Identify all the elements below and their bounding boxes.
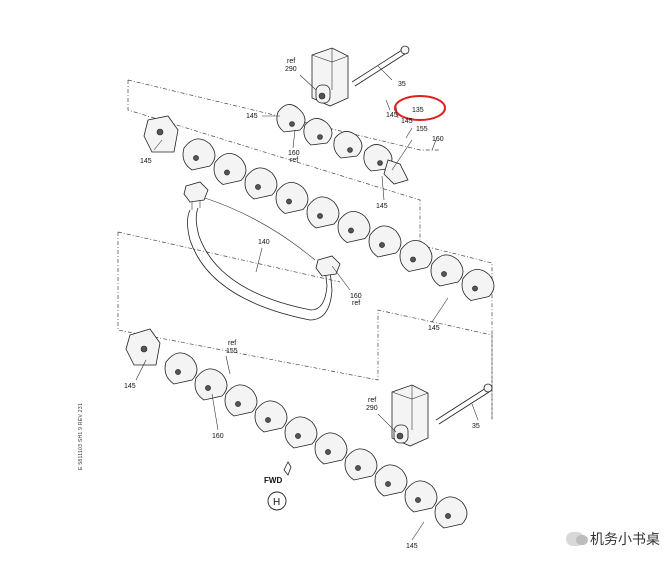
exploded-view-diagram: 35 ref 290 145 145 160 ref 145 135 145 1… [117, 45, 495, 550]
chain-link [182, 138, 216, 171]
chain-link [344, 448, 378, 481]
callout-35-b: 35 [472, 423, 480, 430]
chain-link [368, 225, 402, 258]
chain-link [275, 182, 309, 214]
chain-link [434, 496, 468, 529]
chain-link [194, 368, 228, 401]
zone-letter: H [273, 497, 280, 508]
lower-boundary-line-2 [117, 231, 341, 283]
callout-155: 155 [416, 126, 428, 133]
chain-upper-links [182, 138, 495, 301]
watermark-text: 机务小书桌 [590, 532, 660, 548]
callout-145-g: 145 [406, 543, 418, 550]
drawing-code: E 5811103 SH1 9 REV 231 [78, 402, 84, 470]
forward-indicator: FWD [264, 461, 292, 485]
callout-160-b: 160 [432, 136, 444, 143]
callout-ref-160-d: ref [352, 300, 360, 307]
chain-link [404, 480, 438, 513]
callout-290-top: 290 [285, 66, 297, 73]
callout-155-b: 155 [226, 348, 238, 355]
diagram-canvas: 35 ref 290 145 145 160 ref 145 135 145 1… [0, 0, 670, 567]
fwd-arrow-icon [283, 461, 292, 476]
callout-145-e: 145 [428, 325, 440, 332]
chain-lower-long [125, 328, 161, 366]
callout-145-f: 145 [124, 383, 136, 390]
chain-link [284, 416, 318, 449]
chain-link [254, 400, 288, 433]
callout-145-a: 145 [246, 113, 258, 120]
wechat-logo-icon [566, 532, 588, 546]
callout-ref-290-b: ref [368, 397, 376, 404]
callout-ref-160-a: ref [290, 157, 298, 164]
zone-marker: H [267, 491, 287, 511]
chain-link [337, 211, 371, 243]
chain-link [430, 254, 464, 287]
callout-145-c: 145 [376, 203, 388, 210]
callout-135: 135 [412, 107, 424, 114]
bolt-bottom [435, 383, 493, 425]
callout-145-h: 145 [386, 112, 398, 119]
chain-link [164, 352, 198, 385]
callout-290-b: 290 [366, 405, 378, 412]
chain-link [306, 196, 340, 229]
callout-140: 140 [258, 239, 270, 246]
chain-upper-long [143, 115, 179, 153]
chain-link [399, 240, 433, 272]
callout-160-e: 160 [212, 433, 224, 440]
clamp-block-top [311, 47, 349, 107]
chain-link [224, 384, 258, 417]
bolt-top [351, 45, 410, 87]
chain-link [213, 153, 247, 185]
chain-link [374, 464, 408, 497]
callout-ref-155: ref [228, 340, 236, 347]
chain-link [244, 167, 278, 200]
callout-35-top: 35 [398, 81, 406, 88]
callout-145-d: 145 [401, 118, 413, 125]
fwd-label: FWD [264, 476, 282, 485]
clamp-block-bottom [391, 384, 429, 447]
callout-160-d: 160 [350, 293, 362, 300]
callout-ref-290-top: ref [287, 58, 295, 65]
chain-link [314, 432, 348, 465]
callout-145-b: 145 [140, 158, 152, 165]
callout-160-a: 160 [288, 150, 300, 157]
watermark: 机务小书桌 [566, 529, 660, 549]
chain-link [461, 269, 495, 301]
